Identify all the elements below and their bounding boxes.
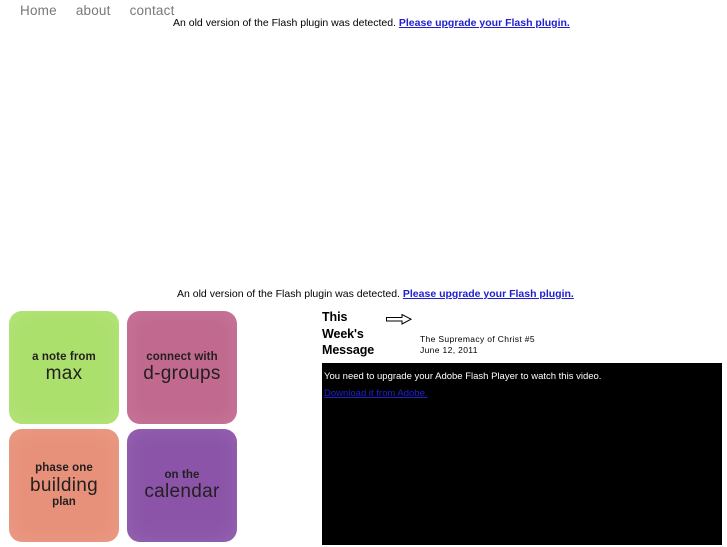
tile-label-primary: a note from <box>32 351 96 363</box>
tile-on-the-calendar[interactable]: on the calendar <box>127 429 237 542</box>
tile-label-primary: phase one <box>35 462 93 475</box>
flash-plugin-warning-top: An old version of the Flash plugin was d… <box>173 17 570 29</box>
tile-note-from-max[interactable]: a note from max <box>9 311 119 424</box>
arrow-right-icon <box>386 312 413 330</box>
main-navigation: Home about contact <box>20 0 175 22</box>
tile-phase-one-building-plan[interactable]: phase one building plan <box>9 429 119 542</box>
flash-warning-message: An old version of the Flash plugin was d… <box>177 288 400 300</box>
tile-label-secondary: d-groups <box>143 363 221 385</box>
this-weeks-message-panel: This Week's Message The Supremacy of Chr… <box>322 309 722 359</box>
flash-upgrade-notice: You need to upgrade your Adobe Flash Pla… <box>324 371 602 382</box>
message-header: This Week's Message The Supremacy of Chr… <box>322 309 722 359</box>
tile-label-primary: connect with <box>146 351 218 363</box>
flash-plugin-warning-middle: An old version of the Flash plugin was d… <box>177 288 574 300</box>
flash-upgrade-link[interactable]: Please upgrade your Flash plugin. <box>403 288 574 300</box>
nav-item-about[interactable]: about <box>76 0 111 22</box>
tile-row: phase one building plan on the calendar <box>9 429 247 542</box>
flash-upgrade-link[interactable]: Please upgrade your Flash plugin. <box>399 17 570 29</box>
flash-warning-message: An old version of the Flash plugin was d… <box>173 17 396 29</box>
sermon-title: The Supremacy of Christ #5 <box>420 334 535 344</box>
tile-row: a note from max connect with d-groups <box>9 311 247 424</box>
sermon-date: June 12, 2011 <box>420 345 478 355</box>
tile-label-secondary: building <box>30 474 98 496</box>
message-panel-title: This Week's Message <box>322 310 375 357</box>
nav-item-contact[interactable]: contact <box>130 0 175 22</box>
sermon-info: The Supremacy of Christ #5 June 12, 2011 <box>420 334 535 356</box>
tile-label-secondary: max <box>45 363 83 385</box>
tile-label-secondary: calendar <box>144 481 220 503</box>
adobe-download-link[interactable]: Download it from Adobe. <box>322 388 428 399</box>
tile-connect-with-d-groups[interactable]: connect with d-groups <box>127 311 237 424</box>
tile-label-tertiary: plan <box>52 496 76 509</box>
nav-item-home[interactable]: Home <box>20 0 57 22</box>
video-player-placeholder[interactable]: You need to upgrade your Adobe Flash Pla… <box>322 363 722 545</box>
feature-tile-grid: a note from max connect with d-groups ph… <box>9 311 247 547</box>
tile-label-primary: on the <box>164 469 200 481</box>
